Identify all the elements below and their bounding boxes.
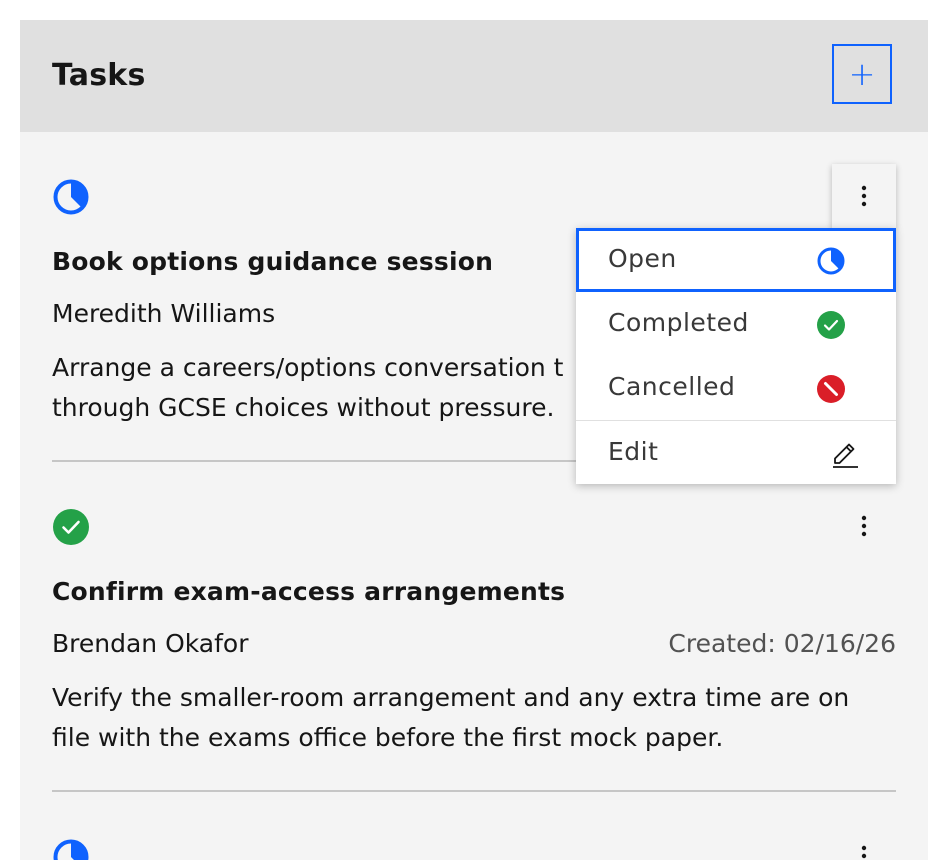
menu-item-completed[interactable]: Completed — [576, 292, 896, 356]
tasks-header: Tasks + — [20, 20, 928, 132]
open-status-icon — [53, 839, 89, 860]
menu-item-edit[interactable]: Edit — [576, 421, 896, 485]
task-overflow-menu-button[interactable] — [832, 164, 896, 228]
task-created-date: Created: 02/16/26 — [668, 629, 896, 658]
task-divider — [52, 790, 896, 792]
status-menu: Open Completed Cancelled Edit — [576, 228, 896, 484]
menu-item-label: Edit — [608, 437, 659, 466]
task-card: Confirm exam-access arrangements Brendan… — [52, 494, 896, 794]
task-card — [52, 824, 896, 860]
overflow-menu-icon — [861, 845, 867, 859]
menu-item-label: Open — [608, 244, 677, 273]
overflow-menu-icon — [861, 185, 867, 207]
menu-item-label: Cancelled — [608, 372, 736, 401]
menu-item-open[interactable]: Open — [576, 228, 896, 292]
open-status-icon — [53, 179, 89, 215]
task-title: Confirm exam-access arrangements — [52, 577, 566, 606]
pencil-icon — [833, 443, 858, 468]
checkmark-circle-icon — [817, 311, 845, 339]
task-overflow-menu-button[interactable] — [832, 494, 896, 558]
overflow-menu-icon — [861, 515, 867, 537]
menu-item-label: Completed — [608, 308, 749, 337]
half-circle-icon — [817, 247, 845, 275]
task-overflow-menu-button[interactable] — [832, 824, 896, 860]
task-assignee: Meredith Williams — [52, 299, 276, 328]
completed-status-icon — [53, 509, 89, 545]
tasks-panel: Tasks + Book options guidance session Me… — [20, 20, 928, 860]
task-assignee: Brendan Okafor — [52, 629, 249, 658]
task-description: Verify the smaller-room arrangement and … — [52, 683, 850, 752]
page-title: Tasks — [52, 58, 146, 93]
add-task-button[interactable]: + — [832, 44, 892, 104]
cancel-circle-icon — [817, 375, 845, 403]
menu-item-cancelled[interactable]: Cancelled — [576, 356, 896, 420]
task-title: Book options guidance session — [52, 247, 494, 276]
